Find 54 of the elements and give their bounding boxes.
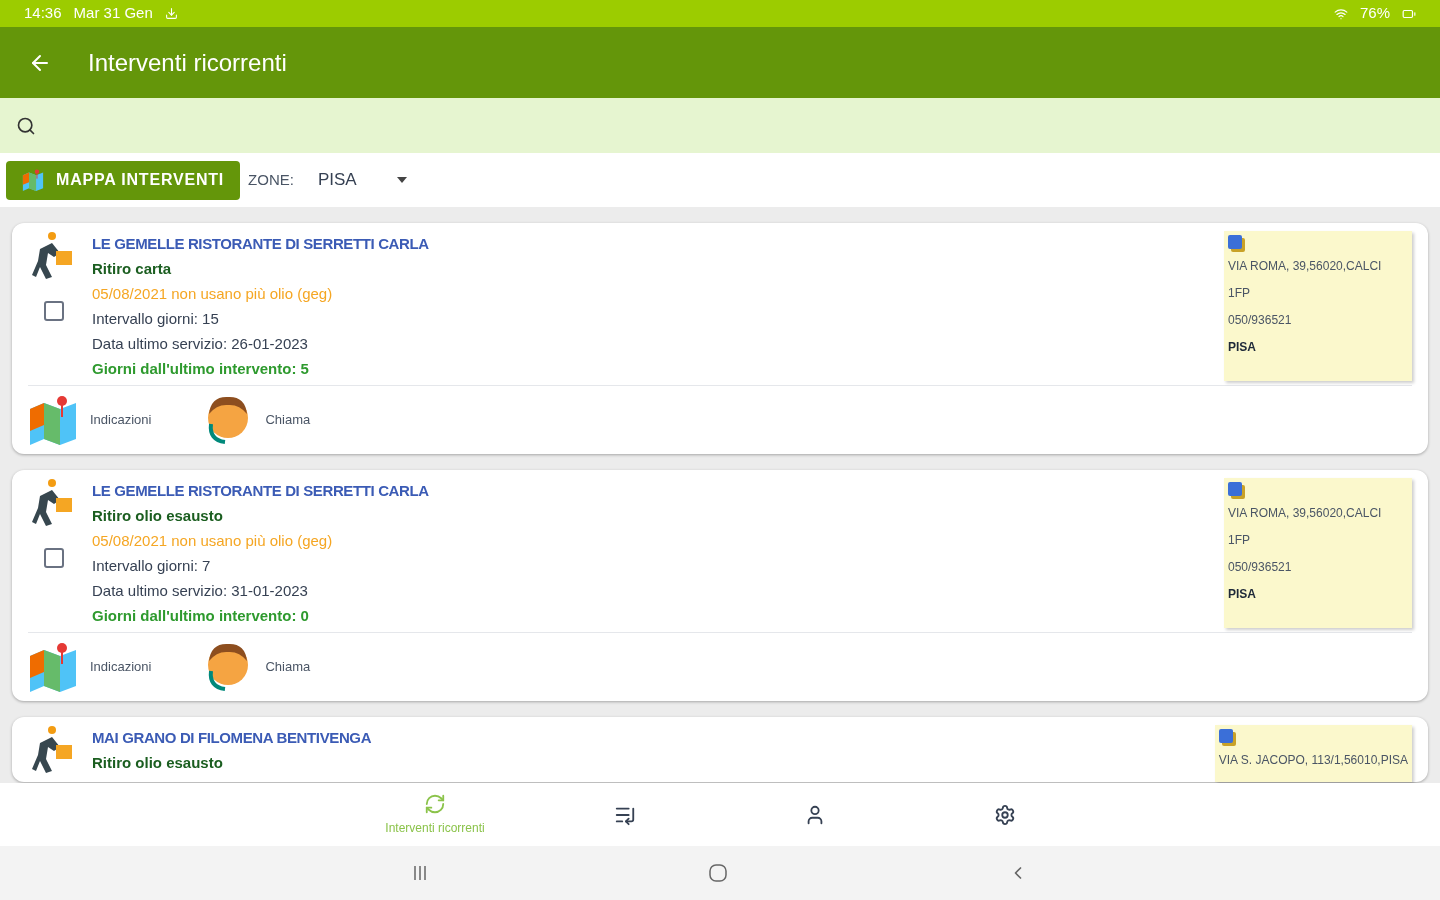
- interval-text: Intervallo giorni: 7: [92, 556, 212, 576]
- last-service-text: Data ultimo servizio: 31-01-2023: [92, 581, 309, 601]
- checkbox[interactable]: [44, 548, 64, 568]
- call-button[interactable]: Chiama: [203, 641, 311, 693]
- battery-text: 76%: [1359, 3, 1390, 24]
- checkbox[interactable]: [44, 301, 64, 321]
- settings-icon: [994, 803, 1016, 826]
- download-icon: [164, 7, 178, 20]
- note-text: 05/08/2021 non usano più olio (geg): [92, 531, 334, 551]
- note-text: 05/08/2021 non usano più olio (geg): [92, 284, 334, 304]
- notepad-icon: [1228, 235, 1246, 253]
- address-line: 050/936521: [1228, 559, 1293, 576]
- map-pin-icon: [28, 642, 78, 692]
- intervention-card[interactable]: [12, 470, 1428, 701]
- address-line: VIA S. JACOPO, 113/1,56010,PISA: [1218, 752, 1408, 769]
- wifi-icon: [1333, 6, 1348, 21]
- days-since-text: Giorni dall'ultimo intervento: 5: [92, 359, 310, 379]
- intervention-card[interactable]: [12, 223, 1428, 454]
- address-line: VIA ROMA, 39,56020,CALCI: [1228, 258, 1383, 275]
- recent-apps-icon[interactable]: [412, 865, 428, 881]
- cycle-icon: [424, 792, 446, 815]
- app-bar-title: Interventi ricorrenti: [88, 47, 287, 78]
- address-line: VIA ROMA, 39,56020,CALCI: [1228, 505, 1383, 522]
- map-pin-icon: [22, 169, 44, 191]
- service-type: Ritiro carta: [92, 259, 173, 279]
- notepad-icon: [1218, 729, 1237, 747]
- map-interventions-button[interactable]: MAPPA INTERVENTI: [6, 160, 241, 200]
- customer-name: LE GEMELLE RISTORANTE DI SERRETTI CARLA: [92, 234, 430, 254]
- service-type: Ritiro olio esausto: [92, 753, 224, 773]
- days-since-text: Giorni dall'ultimo intervento: 0: [92, 606, 310, 626]
- customer-name: LE GEMELLE RISTORANTE DI SERRETTI CARLA: [92, 481, 430, 501]
- address-line: 1FP: [1228, 532, 1251, 549]
- intervention-card[interactable]: MAI GRANO DI FILOMENA BENTIVENGA Ritiro olio esausto VIA S. JACOPO, 113/1,56010,PISA: [12, 717, 1428, 782]
- search-field[interactable]: [0, 98, 1440, 153]
- address-line: 1FP: [1228, 285, 1251, 302]
- home-icon[interactable]: [708, 863, 728, 883]
- last-service-text: Data ultimo servizio: 26-01-2023: [92, 334, 309, 354]
- search-icon: [16, 115, 36, 136]
- map-pin-icon: [28, 395, 78, 445]
- call-button[interactable]: Chiama: [203, 394, 311, 446]
- clock-text: 14:36: [24, 3, 62, 24]
- dropdown-caret-icon: [396, 177, 407, 183]
- interval-text: Intervallo giorni: 15: [92, 309, 220, 329]
- zone-label: ZONE:: [248, 169, 294, 190]
- address-line: PISA: [1228, 586, 1257, 603]
- customer-name: MAI GRANO DI FILOMENA BENTIVENGA: [92, 728, 373, 748]
- directions-button[interactable]: Indicazioni: [28, 395, 152, 445]
- directions-button[interactable]: Indicazioni: [28, 642, 152, 692]
- address-line: PISA: [1228, 339, 1257, 356]
- service-type: Ritiro olio esausto: [92, 506, 224, 526]
- date-text: Mar 31 Gen: [73, 3, 153, 24]
- address-line: 050/936521: [1228, 312, 1293, 329]
- notepad-icon: [1228, 482, 1246, 500]
- zone-dropdown[interactable]: PISA: [317, 167, 407, 193]
